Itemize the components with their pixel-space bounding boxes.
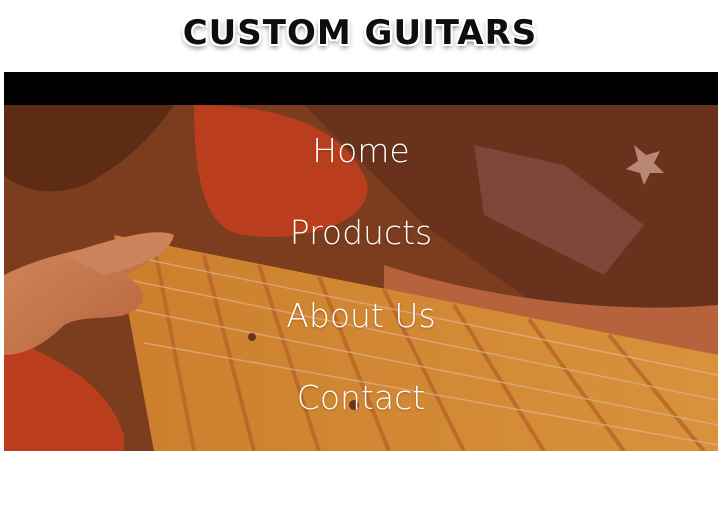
- main-nav: Home Products About Us Contact: [4, 105, 718, 451]
- site-header: CUSTOM GUITARS: [0, 0, 720, 72]
- top-bar: [4, 72, 718, 105]
- nav-home[interactable]: Home: [4, 131, 718, 171]
- hero-banner: Home Products About Us Contact: [4, 105, 718, 451]
- page: CUSTOM GUITARS Home Products About Us Co…: [0, 0, 720, 514]
- nav-contact[interactable]: Contact: [4, 378, 718, 418]
- site-title[interactable]: CUSTOM GUITARS: [183, 13, 538, 53]
- nav-products[interactable]: Products: [4, 213, 718, 253]
- nav-about-us[interactable]: About Us: [4, 296, 718, 336]
